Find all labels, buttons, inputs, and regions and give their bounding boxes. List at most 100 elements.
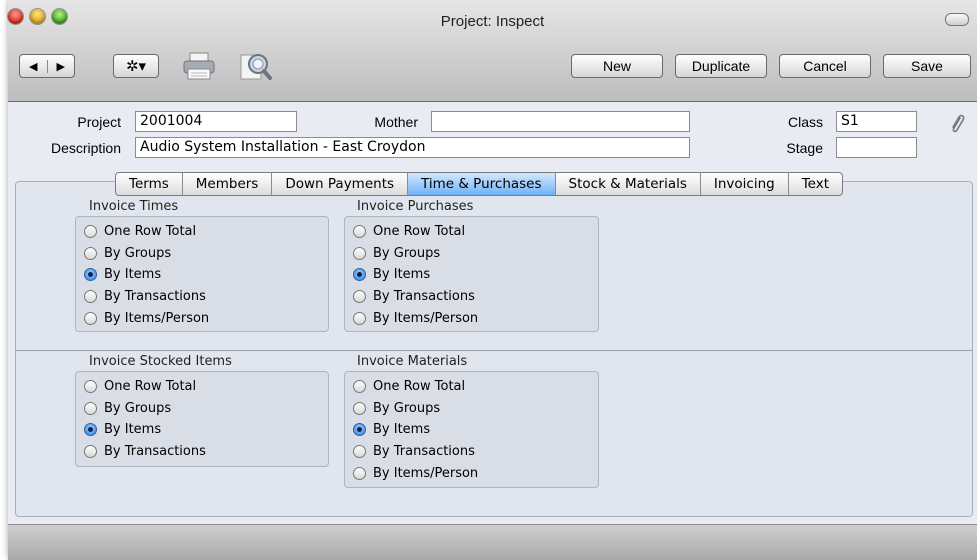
invoice-materials-option[interactable]: One Row Total (353, 376, 465, 396)
radio-label: By Items (104, 421, 162, 437)
radio-button-icon[interactable] (353, 311, 366, 325)
invoice-stocked-items-option[interactable]: By Items (84, 419, 161, 439)
invoice-materials-title: Invoice Materials (357, 354, 468, 369)
invoice-purchases-option[interactable]: By Items/Person (353, 308, 478, 328)
invoice-purchases-group: One Row Total By Groups By Items By Tran… (344, 216, 599, 332)
radio-button-icon[interactable] (84, 379, 97, 393)
radio-label: By Transactions (373, 443, 475, 459)
tab-members[interactable]: Members (183, 173, 273, 195)
radio-label: By Items/Person (373, 310, 479, 326)
radio-label: By Groups (104, 400, 172, 416)
invoice-materials-option[interactable]: By Transactions (353, 441, 475, 461)
invoice-materials-option[interactable]: By Items/Person (353, 463, 478, 483)
class-label: Class (787, 114, 823, 130)
radio-label: By Transactions (104, 443, 206, 459)
radio-label: By Items/Person (373, 465, 479, 481)
invoice-materials-group: One Row Total By Groups By Items By Tran… (344, 371, 599, 488)
radio-button-icon[interactable] (353, 444, 366, 458)
invoice-stocked-items-title: Invoice Stocked Items (89, 354, 232, 369)
radio-button-icon[interactable] (84, 444, 97, 458)
window: Project: Inspect ◀ ▶ ✲▾ New Duplicate Ca… (8, 0, 977, 560)
invoice-times-group: One Row Total By Groups By Items By Tran… (75, 216, 329, 332)
invoice-times-title: Invoice Times (89, 199, 179, 214)
next-record-button[interactable]: ▶ (46, 59, 75, 73)
invoice-stocked-items-option[interactable]: By Groups (84, 398, 171, 418)
tab-time-purchases[interactable]: Time & Purchases (408, 173, 556, 195)
radio-button-icon[interactable] (353, 289, 366, 303)
radio-button-icon[interactable] (84, 246, 97, 260)
radio-label: One Row Total (373, 223, 466, 239)
invoice-materials-option[interactable]: By Groups (353, 398, 440, 418)
invoice-purchases-title: Invoice Purchases (357, 199, 474, 214)
record-navigation: ◀ ▶ (19, 54, 75, 78)
tab-down-payments[interactable]: Down Payments (272, 173, 409, 195)
invoice-purchases-option[interactable]: By Items (353, 264, 430, 284)
radio-button-selected-icon[interactable] (84, 267, 97, 281)
class-field[interactable]: S1 (836, 111, 917, 132)
radio-label: One Row Total (104, 223, 197, 239)
stage-field[interactable] (836, 137, 917, 158)
window-title: Project: Inspect (440, 13, 545, 30)
invoice-purchases-option[interactable]: By Transactions (353, 286, 475, 306)
radio-button-icon[interactable] (353, 246, 366, 260)
radio-label: By Items/Person (104, 310, 210, 326)
radio-button-icon[interactable] (353, 466, 366, 480)
search-icon[interactable] (238, 50, 272, 82)
project-field[interactable]: 2001004 (135, 111, 297, 132)
invoice-stocked-items-option[interactable]: By Transactions (84, 441, 206, 461)
gear-menu-button[interactable]: ✲▾ (113, 54, 159, 78)
description-field[interactable]: Audio System Installation - East Croydon (135, 137, 690, 158)
tab-bar: Terms Members Down Payments Time & Purch… (115, 172, 844, 196)
tab-text[interactable]: Text (789, 173, 842, 195)
cancel-button[interactable]: Cancel (779, 54, 871, 78)
radio-label: By Groups (373, 245, 441, 261)
new-button[interactable]: New (571, 54, 663, 78)
radio-button-icon[interactable] (84, 224, 97, 238)
radio-label: By Transactions (373, 288, 475, 304)
radio-label: By Groups (104, 245, 172, 261)
invoice-purchases-option[interactable]: One Row Total (353, 221, 465, 241)
invoice-stocked-items-option[interactable]: One Row Total (84, 376, 196, 396)
radio-button-icon[interactable] (84, 401, 97, 415)
radio-button-icon[interactable] (353, 401, 366, 415)
invoice-materials-option[interactable]: By Items (353, 419, 430, 439)
radio-button-icon[interactable] (84, 289, 97, 303)
invoice-times-option[interactable]: By Groups (84, 243, 171, 263)
duplicate-button[interactable]: Duplicate (675, 54, 767, 78)
tab-stock-materials[interactable]: Stock & Materials (556, 173, 701, 195)
invoice-stocked-items-group: One Row Total By Groups By Items By Tran… (75, 371, 329, 467)
printer-icon[interactable] (182, 51, 216, 81)
paperclip-icon[interactable] (949, 112, 965, 136)
invoice-times-option[interactable]: One Row Total (84, 221, 196, 241)
radio-button-icon[interactable] (84, 311, 97, 325)
radio-label: By Items (104, 266, 162, 282)
status-bar (8, 524, 977, 560)
project-label: Project (77, 114, 121, 130)
radio-label: By Items (373, 421, 431, 437)
radio-button-selected-icon[interactable] (84, 422, 97, 436)
radio-label: One Row Total (104, 378, 197, 394)
radio-button-selected-icon[interactable] (353, 422, 366, 436)
previous-record-button[interactable]: ◀ (20, 60, 47, 73)
radio-label: By Groups (373, 400, 441, 416)
invoice-times-option[interactable]: By Items/Person (84, 308, 209, 328)
toolbar-toggle-button[interactable] (945, 13, 969, 26)
tab-terms[interactable]: Terms (116, 173, 183, 195)
section-divider (15, 350, 973, 351)
radio-label: By Transactions (104, 288, 206, 304)
save-button[interactable]: Save (883, 54, 971, 78)
description-label: Description (50, 140, 121, 156)
title-bar: Project: Inspect ◀ ▶ ✲▾ New Duplicate Ca… (8, 0, 977, 102)
radio-button-selected-icon[interactable] (353, 267, 366, 281)
tab-invoicing[interactable]: Invoicing (701, 173, 789, 195)
radio-button-icon[interactable] (353, 224, 366, 238)
mother-label: Mother (374, 114, 418, 130)
mother-field[interactable] (431, 111, 690, 132)
radio-label: One Row Total (373, 378, 466, 394)
stage-label: Stage (786, 140, 823, 156)
invoice-purchases-option[interactable]: By Groups (353, 243, 440, 263)
radio-label: By Items (373, 266, 431, 282)
invoice-times-option[interactable]: By Items (84, 264, 161, 284)
radio-button-icon[interactable] (353, 379, 366, 393)
invoice-times-option[interactable]: By Transactions (84, 286, 206, 306)
